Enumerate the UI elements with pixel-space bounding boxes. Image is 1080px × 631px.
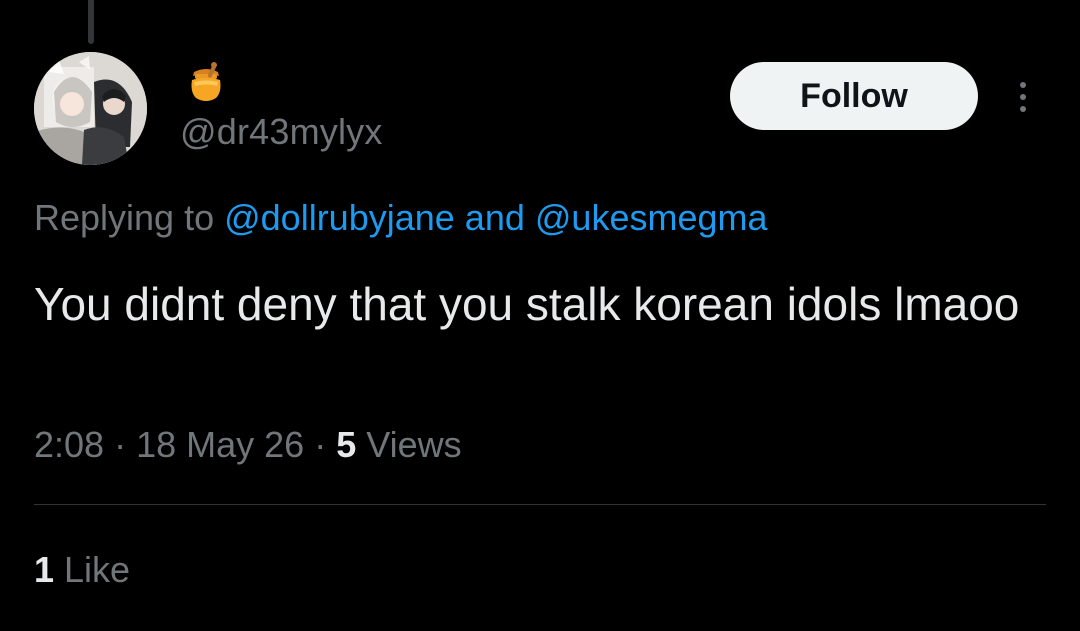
tweet-metadata: 2:08 · 18 May 26 · 5 Views xyxy=(34,421,462,469)
thread-connector-line xyxy=(88,0,94,44)
avatar-image xyxy=(34,52,147,165)
tweet-text: You didnt deny that you stalk korean ido… xyxy=(34,278,1020,330)
more-options-button[interactable] xyxy=(1008,74,1038,120)
mention-link-1[interactable]: @dollrubyjane xyxy=(224,197,455,238)
views-label: Views xyxy=(356,424,462,465)
more-vertical-icon-dot xyxy=(1020,106,1026,112)
likes-stat[interactable]: 1 Like xyxy=(34,546,130,594)
meta-separator: · xyxy=(104,424,137,465)
replying-to-line: Replying to @dollrubyjane and @ukesmegma xyxy=(34,196,768,240)
meta-separator: · xyxy=(304,424,337,465)
honey-pot-emoji-icon xyxy=(186,61,226,109)
tweet-time[interactable]: 2:08 xyxy=(34,424,104,465)
tweet-date[interactable]: 18 May 26 xyxy=(136,424,304,465)
avatar[interactable] xyxy=(34,52,147,165)
likes-count: 1 xyxy=(34,549,55,590)
divider xyxy=(34,504,1046,505)
more-vertical-icon xyxy=(1020,82,1026,88)
likes-label: Like xyxy=(54,549,131,590)
views-count: 5 xyxy=(336,424,357,465)
mention-conjunction: and xyxy=(454,197,535,238)
display-name[interactable] xyxy=(186,61,226,109)
follow-button[interactable]: Follow xyxy=(730,62,978,130)
more-vertical-icon-dot xyxy=(1020,94,1026,100)
mention-link-2[interactable]: @ukesmegma xyxy=(535,197,768,238)
user-handle[interactable]: @dr43mylyx xyxy=(180,110,383,154)
replying-to-prefix: Replying to xyxy=(34,197,225,238)
